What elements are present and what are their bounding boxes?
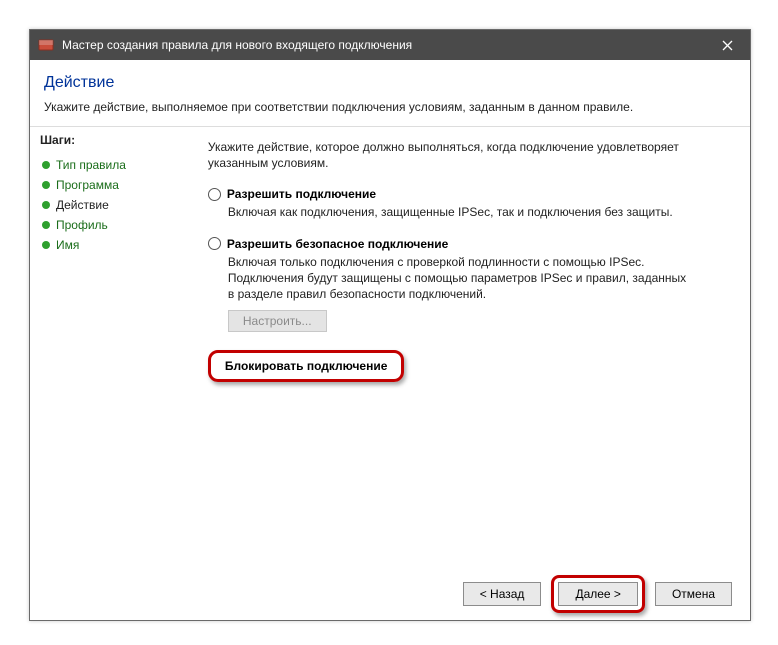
- cancel-button[interactable]: Отмена: [655, 582, 732, 606]
- step-name[interactable]: Имя: [38, 235, 192, 255]
- back-button[interactable]: < Назад: [463, 582, 542, 606]
- option-allow-secure-desc: Включая только подключения с проверкой п…: [228, 254, 688, 303]
- step-profile[interactable]: Профиль: [38, 215, 192, 235]
- page-title: Действие: [44, 74, 736, 92]
- option-allow-row[interactable]: Разрешить подключение: [208, 187, 734, 201]
- step-rule-type[interactable]: Тип правила: [38, 155, 192, 175]
- option-block-label[interactable]: Блокировать подключение: [225, 359, 388, 373]
- step-label: Имя: [56, 238, 79, 252]
- radio-icon: [208, 188, 221, 201]
- bullet-icon: [42, 201, 50, 209]
- titlebar: Мастер создания правила для нового входя…: [30, 30, 750, 60]
- configure-button: Настроить...: [228, 310, 327, 332]
- next-button[interactable]: Далее >: [558, 582, 638, 606]
- step-label: Действие: [56, 198, 109, 212]
- body-area: Шаги: Тип правила Программа Действие Про…: [30, 127, 750, 568]
- bullet-icon: [42, 221, 50, 229]
- bullet-icon: [42, 181, 50, 189]
- option-block: Блокировать подключение: [208, 348, 734, 382]
- wizard-window: Мастер создания правила для нового входя…: [29, 29, 751, 621]
- close-icon: [722, 40, 733, 51]
- step-program[interactable]: Программа: [38, 175, 192, 195]
- step-label: Тип правила: [56, 158, 126, 172]
- radio-icon: [208, 237, 221, 250]
- window-title: Мастер создания правила для нового входя…: [62, 38, 704, 52]
- option-allow-secure-row[interactable]: Разрешить безопасное подключение: [208, 237, 734, 251]
- bullet-icon: [42, 241, 50, 249]
- footer-buttons: < Назад Далее > Отмена: [30, 568, 750, 620]
- option-allow-label: Разрешить подключение: [227, 187, 376, 201]
- option-allow-secure: Разрешить безопасное подключение Включая…: [208, 237, 734, 333]
- step-label: Программа: [56, 178, 119, 192]
- step-label: Профиль: [56, 218, 108, 232]
- bullet-icon: [42, 161, 50, 169]
- header-area: Действие Укажите действие, выполняемое п…: [30, 60, 750, 127]
- option-allow-secure-label: Разрешить безопасное подключение: [227, 237, 448, 251]
- next-button-highlight: Далее >: [551, 575, 645, 613]
- close-button[interactable]: [704, 30, 750, 60]
- steps-title: Шаги:: [40, 133, 192, 147]
- page-subtitle: Укажите действие, выполняемое при соотве…: [44, 100, 736, 114]
- main-panel: Укажите действие, которое должно выполня…: [196, 127, 750, 568]
- option-block-highlight: Блокировать подключение: [208, 350, 405, 382]
- option-allow-desc: Включая как подключения, защищенные IPSe…: [228, 204, 688, 220]
- option-allow: Разрешить подключение Включая как подклю…: [208, 187, 734, 220]
- steps-sidebar: Шаги: Тип правила Программа Действие Про…: [30, 127, 196, 568]
- step-action[interactable]: Действие: [38, 195, 192, 215]
- app-icon: [38, 37, 54, 53]
- main-instruction: Укажите действие, которое должно выполня…: [208, 139, 734, 171]
